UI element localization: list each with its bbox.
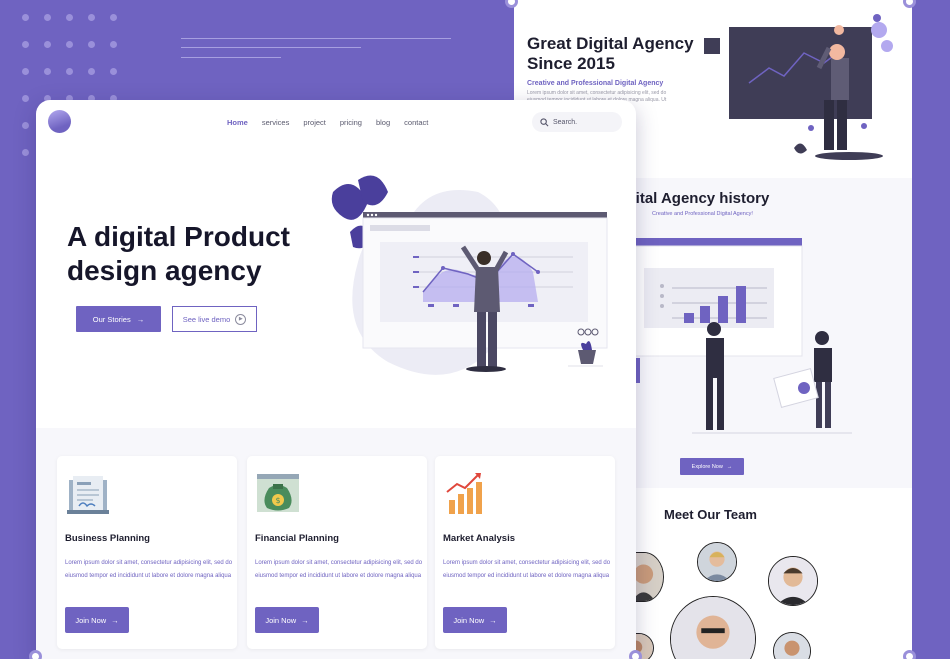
nav-item-services[interactable]: services	[262, 118, 290, 127]
corner-decoration	[29, 650, 42, 659]
join-now-button[interactable]: Join Now →	[65, 607, 129, 633]
hero-illustration	[331, 175, 608, 375]
hero-title: A digital Product design agency	[67, 221, 290, 286]
history-subtitle: Creative and Professional Digital Agency…	[652, 211, 753, 217]
service-card: Market Analysis Lorem ipsum dolor sit am…	[435, 456, 615, 649]
growth-chart-icon	[446, 473, 482, 514]
arrow-right-icon: →	[136, 314, 145, 324]
nav-item-contact[interactable]: contact	[404, 118, 428, 127]
team-avatar[interactable]	[768, 556, 818, 606]
team-title: Meet Our Team	[664, 507, 757, 522]
team-avatar[interactable]	[773, 632, 811, 659]
search-input[interactable]: Search.	[532, 112, 622, 132]
explore-button-label: Explore Now	[691, 463, 723, 470]
document-icon	[67, 476, 109, 514]
search-placeholder: Search.	[553, 118, 578, 126]
main-nav: Home services project pricing blog conta…	[227, 118, 428, 127]
arrow-right-icon: →	[111, 615, 119, 625]
front-page-mockup: Home services project pricing blog conta…	[36, 100, 636, 659]
our-stories-button[interactable]: Our Stories →	[76, 306, 161, 332]
svg-text:$: $	[275, 496, 280, 505]
presenter-illustration	[704, 14, 893, 160]
card-title: Market Analysis	[443, 533, 515, 544]
join-now-label: Join Now	[265, 615, 297, 625]
decorative-line	[181, 38, 451, 39]
nav-item-home[interactable]: Home	[227, 118, 248, 127]
corner-decoration	[903, 0, 916, 8]
about-subtitle: Creative and Professional Digital Agency	[527, 80, 664, 87]
decorative-line	[181, 57, 281, 58]
about-title: Great Digital Agency Since 2015	[527, 34, 694, 73]
search-icon	[540, 117, 549, 126]
service-card: Business Planning Lorem ipsum dolor sit …	[57, 456, 237, 649]
arrow-right-icon: →	[726, 463, 733, 470]
logo[interactable]	[48, 110, 71, 133]
card-text: Lorem ipsum dolor sit amet, consectetur …	[255, 560, 423, 579]
card-text: Lorem ipsum dolor sit amet, consectetur …	[65, 560, 233, 579]
arrow-right-icon: →	[489, 615, 497, 625]
arrow-right-icon: →	[301, 615, 309, 625]
join-now-label: Join Now	[75, 615, 107, 625]
nav-item-blog[interactable]: blog	[376, 118, 390, 127]
live-demo-label: See live demo	[182, 314, 231, 324]
nav-item-pricing[interactable]: pricing	[340, 118, 362, 127]
explore-now-button[interactable]: Explore Now →	[680, 458, 744, 475]
history-illustration	[632, 238, 852, 434]
nav-item-project[interactable]: project	[303, 118, 326, 127]
our-stories-label: Our Stories	[92, 314, 131, 324]
join-now-button[interactable]: Join Now →	[255, 607, 319, 633]
live-demo-button[interactable]: See live demo ▶	[172, 306, 257, 332]
decorative-line	[181, 47, 361, 48]
corner-decoration	[629, 650, 642, 659]
corner-decoration	[903, 650, 916, 659]
team-avatar[interactable]	[670, 596, 756, 659]
team-avatar[interactable]	[697, 542, 737, 582]
card-title: Financial Planning	[255, 533, 339, 544]
join-now-button[interactable]: Join Now →	[443, 607, 507, 633]
service-card: $ Financial Planning Lorem ipsum dolor s…	[247, 456, 427, 649]
play-icon: ▶	[235, 313, 247, 325]
money-bag-icon: $	[257, 474, 299, 512]
card-text: Lorem ipsum dolor sit amet, consectetur …	[443, 560, 611, 579]
card-title: Business Planning	[65, 533, 150, 544]
join-now-label: Join Now	[453, 615, 485, 625]
